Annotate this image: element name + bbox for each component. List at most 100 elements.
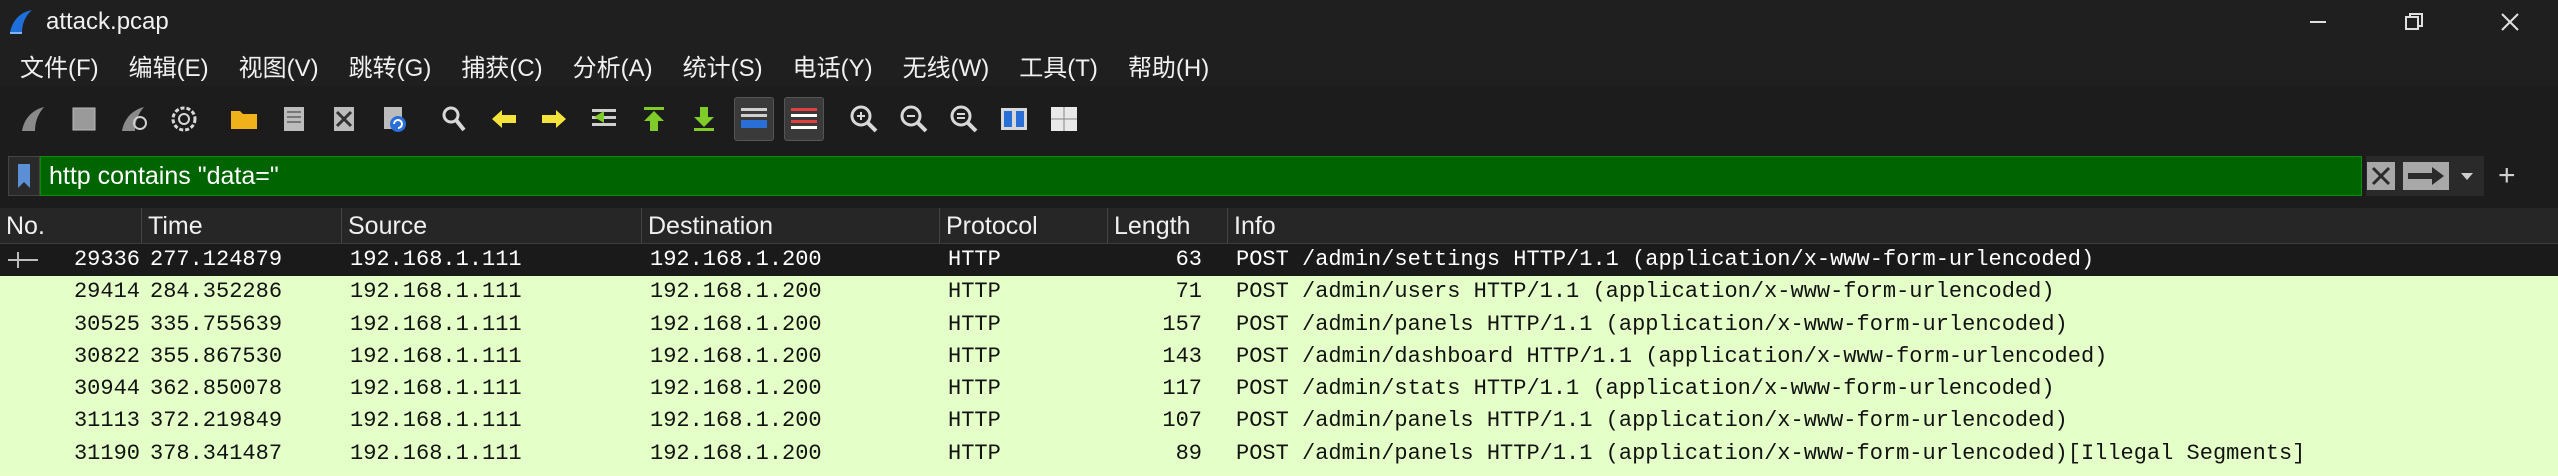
menu-view[interactable]: 视图(V): [229, 44, 329, 87]
cell-info: POST /admin/panels HTTP/1.1 (application…: [1236, 440, 2306, 466]
close-button[interactable]: [2462, 0, 2558, 44]
column-header-destination[interactable]: Destination: [642, 208, 940, 244]
recent-filters-dropdown[interactable]: [2456, 159, 2478, 193]
colorize-button[interactable]: [784, 97, 824, 141]
go-to-packet-icon: [592, 109, 616, 126]
cell-destination: 192.168.1.200: [650, 376, 822, 402]
go-forward-button[interactable]: [534, 97, 574, 141]
column-header-time[interactable]: Time: [142, 208, 342, 244]
normal-size-icon: [950, 105, 978, 133]
apply-filter-button[interactable]: [2402, 159, 2450, 193]
cell-no: 31113: [73, 408, 140, 434]
close-file-button[interactable]: [324, 97, 364, 141]
title-bar: attack.pcap: [0, 0, 2558, 44]
cell-source: 192.168.1.111: [350, 408, 522, 434]
autoscroll-button[interactable]: [734, 97, 774, 141]
zoom-in-button[interactable]: [844, 97, 884, 141]
cell-destination: 192.168.1.200: [650, 408, 822, 434]
minimize-icon: [2310, 21, 2326, 23]
packet-row[interactable]: 31113 372.219849 192.168.1.111 192.168.1.20…: [0, 405, 2558, 438]
save-file-button[interactable]: [274, 97, 314, 141]
menu-edit[interactable]: 编辑(E): [119, 44, 219, 87]
menu-wireless[interactable]: 无线(W): [893, 44, 1000, 87]
cell-protocol: HTTP: [948, 440, 1001, 466]
close-icon: [2501, 13, 2519, 31]
main-toolbar: [0, 88, 2558, 150]
window-title: attack.pcap: [46, 8, 169, 35]
find-packet-button[interactable]: [434, 97, 474, 141]
restart-capture-button[interactable]: [114, 97, 154, 141]
packet-row[interactable]: 29414 284.352286 192.168.1.111 192.168.1.20…: [0, 276, 2558, 309]
display-filter-bar: http contains "data=" +: [8, 155, 2550, 197]
display-filter-input[interactable]: http contains "data=": [40, 156, 2362, 196]
arrow-right-icon: [2403, 162, 2449, 190]
cell-time: 372.219849: [150, 408, 283, 434]
zoom-out-button[interactable]: [894, 97, 934, 141]
maximize-button[interactable]: [2366, 0, 2462, 44]
layout-button[interactable]: [1044, 97, 1084, 141]
open-file-button[interactable]: [224, 97, 264, 141]
bookmark-icon: [18, 164, 30, 188]
go-to-packet-button[interactable]: [584, 97, 624, 141]
window-controls: [2270, 0, 2558, 44]
filter-bookmark-button[interactable]: [8, 156, 40, 196]
cell-protocol: HTTP: [948, 343, 1001, 369]
packet-row[interactable]: 31190 378.341487 192.168.1.111 192.168.1.20…: [0, 437, 2558, 471]
menu-capture[interactable]: 捕获(C): [451, 44, 552, 87]
packet-row[interactable]: 30944 362.850078 192.168.1.111 192.168.1.20…: [0, 373, 2558, 406]
first-packet-button[interactable]: [634, 97, 674, 141]
cell-length: 63: [1175, 247, 1202, 272]
column-header-length[interactable]: Length: [1108, 208, 1228, 244]
resize-columns-button[interactable]: [994, 97, 1034, 141]
menu-file[interactable]: 文件(F): [10, 44, 109, 87]
clear-icon: [2367, 162, 2395, 190]
stop-capture-icon: [72, 107, 96, 131]
restart-capture-icon: [122, 107, 147, 131]
last-packet-icon: [694, 107, 714, 131]
cell-source: 192.168.1.111: [350, 343, 522, 369]
cell-info: POST /admin/settings HTTP/1.1 (applicati…: [1236, 247, 2095, 272]
menu-statistics[interactable]: 统计(S): [673, 44, 773, 87]
column-header-info[interactable]: Info: [1228, 208, 2558, 244]
open-file-icon: [231, 111, 257, 129]
column-header-source[interactable]: Source: [342, 208, 642, 244]
packet-row[interactable]: 30822 355.867530 192.168.1.111 192.168.1.20…: [0, 340, 2558, 374]
chevron-down-icon: [2461, 173, 2473, 180]
restore-icon: [2405, 13, 2423, 30]
packet-row[interactable]: 29336 277.124879 192.168.1.111 192.168.1.20…: [0, 244, 2558, 277]
menu-tools[interactable]: 工具(T): [1009, 44, 1108, 87]
packet-row[interactable]: 30525 335.755639 192.168.1.111 192.168.1.20…: [0, 308, 2558, 341]
capture-options-button[interactable]: [164, 97, 204, 141]
cell-time: 277.124879: [150, 247, 283, 272]
go-back-icon: [492, 110, 516, 128]
go-forward-icon: [542, 110, 566, 128]
cell-protocol: HTTP: [948, 376, 1001, 402]
column-header-protocol[interactable]: Protocol: [940, 208, 1108, 244]
minimize-button[interactable]: [2270, 0, 2366, 44]
stop-capture-button[interactable]: [64, 97, 104, 141]
cell-protocol: HTTP: [948, 408, 1001, 434]
cell-time: 355.867530: [150, 343, 283, 369]
menu-go[interactable]: 跳转(G): [339, 44, 442, 87]
menu-telephony[interactable]: 电话(Y): [783, 44, 883, 87]
column-header-no[interactable]: No.: [0, 208, 142, 244]
menu-analyze[interactable]: 分析(A): [563, 44, 663, 87]
cell-protocol: HTTP: [948, 247, 1001, 272]
clear-filter-button[interactable]: [2366, 159, 2396, 193]
cell-time: 362.850078: [150, 376, 283, 402]
menu-help[interactable]: 帮助(H): [1118, 44, 1219, 87]
start-capture-button[interactable]: [14, 97, 54, 141]
last-packet-button[interactable]: [684, 97, 724, 141]
cell-info: POST /admin/users HTTP/1.1 (application/…: [1236, 279, 2055, 305]
cell-no: 29414: [73, 279, 140, 305]
go-back-button[interactable]: [484, 97, 524, 141]
normal-size-button[interactable]: [944, 97, 984, 141]
cell-source: 192.168.1.111: [350, 279, 522, 305]
cell-no: 30525: [73, 311, 140, 337]
cell-source: 192.168.1.111: [350, 247, 522, 272]
cell-no: 30822: [73, 343, 140, 369]
resize-columns-icon: [1001, 108, 1027, 130]
cell-protocol: HTTP: [948, 311, 1001, 337]
reload-file-button[interactable]: [374, 97, 414, 141]
add-filter-button-icon[interactable]: +: [2498, 159, 2516, 193]
